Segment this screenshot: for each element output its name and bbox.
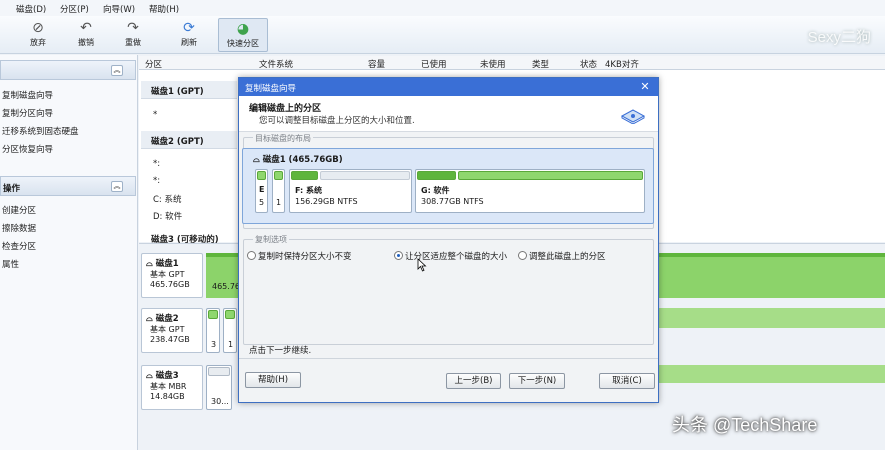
disk-edit-icon — [620, 109, 646, 124]
col-capacity[interactable]: 容量 — [368, 58, 385, 70]
col-4k-align[interactable]: 4KB对齐 — [605, 58, 639, 70]
col-used[interactable]: 已使用 — [421, 58, 447, 70]
target-layout-group-label: 目标磁盘的布局 — [253, 133, 313, 144]
table-row[interactable]: * — [153, 110, 157, 120]
op-wipe-data[interactable]: 擦除数据 — [2, 222, 36, 234]
menu-disk[interactable]: 磁盘(D) — [16, 3, 46, 15]
disk-icon: ⌓ — [253, 155, 263, 165]
disk1-name: ⌓ 磁盘1 — [146, 259, 179, 269]
disk3-type: 基本 MBR — [150, 382, 187, 391]
undo-button[interactable]: ↶ 撤销 — [64, 18, 108, 52]
op-create-partition[interactable]: 创建分区 — [2, 204, 36, 216]
wizard-copy-partition[interactable]: 复制分区向导 — [2, 107, 53, 119]
option-edit-partitions-radio[interactable]: 调整此磁盘上的分区 — [518, 250, 606, 262]
table-row[interactable]: *: — [153, 176, 160, 186]
disk2-size: 238.47GB — [150, 335, 190, 344]
discard-icon: ⊘ — [32, 20, 44, 36]
menu-partition[interactable]: 分区(P) — [60, 3, 89, 15]
disk2-partition-2[interactable]: 1 — [223, 308, 237, 353]
disk2-name: ⌓ 磁盘2 — [146, 314, 179, 324]
wizard-copy-disk[interactable]: 复制磁盘向导 — [2, 89, 53, 101]
refresh-icon: ⟳ — [183, 20, 195, 36]
partition-column-header: 分区 文件系统 容量 已使用 未使用 类型 状态 4KB对齐 — [139, 56, 885, 70]
target-partition-small-1[interactable]: E 5 — [255, 169, 268, 213]
radio-checked-icon — [394, 251, 403, 260]
radio-unchecked-icon — [247, 251, 256, 260]
disk1-size: 465.76GB — [150, 280, 190, 289]
quick-partition-button[interactable]: ◕ 快速分区 — [218, 18, 268, 52]
disk3-name: ⌓ 磁盘3 — [146, 371, 179, 381]
wizard-partition-recovery[interactable]: 分区恢复向导 — [2, 143, 53, 155]
redo-icon: ↷ — [127, 20, 139, 36]
wizard-migrate-ssd[interactable]: 迁移系统到固态硬盘 — [2, 125, 79, 137]
table-row[interactable]: *: — [153, 159, 160, 169]
collapse-icon[interactable]: ︽ — [111, 65, 123, 76]
op-properties[interactable]: 属性 — [2, 258, 19, 270]
discard-button[interactable]: ⊘ 放弃 — [16, 18, 60, 52]
collapse-icon[interactable]: ︽ — [111, 181, 123, 192]
redo-button[interactable]: ↷ 重做 — [111, 18, 155, 52]
table-row[interactable]: D: 软件 — [153, 210, 182, 222]
wizard-section-header[interactable]: ︽ — [0, 60, 136, 80]
menu-wizard[interactable]: 向导(W) — [103, 3, 135, 15]
disk2-type: 基本 GPT — [150, 325, 185, 334]
dialog-header: 编辑磁盘上的分区 您可以调整目标磁盘上分区的大小和位置. — [239, 96, 658, 132]
option-keep-size-radio[interactable]: 复制时保持分区大小不变 — [247, 250, 352, 262]
copy-disk-wizard-dialog: 复制磁盘向导 ✕ 编辑磁盘上的分区 您可以调整目标磁盘上分区的大小和位置. 目标… — [238, 77, 659, 403]
mouse-cursor-icon — [417, 258, 427, 272]
undo-icon: ↶ — [80, 20, 92, 36]
dialog-subheading: 您可以调整目标磁盘上分区的大小和位置. — [259, 116, 415, 126]
refresh-button[interactable]: ⟳ 刷新 — [167, 18, 211, 52]
disk3-size: 14.84GB — [150, 392, 185, 401]
dialog-heading: 编辑磁盘上的分区 — [249, 104, 322, 114]
disk3-partition-bar-right[interactable] — [659, 365, 885, 383]
dialog-hint: 点击下一步继续. — [249, 346, 312, 356]
toolbar: ⊘ 放弃 ↶ 撤销 ↷ 重做 ⟳ 刷新 ◕ 快速分区 Sexy二狗 — [0, 16, 885, 54]
disk2-partition-1[interactable]: 3 — [206, 308, 220, 353]
option-fit-disk-radio[interactable]: 让分区适应整个磁盘的大小 — [394, 250, 507, 262]
back-button[interactable]: 上一步(B) — [446, 373, 501, 389]
help-button[interactable]: 帮助(H) — [245, 372, 301, 388]
disk2-card[interactable]: ⌓ 磁盘2 基本 GPT 238.47GB — [141, 308, 203, 353]
table-row[interactable]: C: 系统 — [153, 193, 182, 205]
close-icon[interactable]: ✕ — [638, 80, 652, 94]
disk3-card[interactable]: ⌓ 磁盘3 基本 MBR 14.84GB — [141, 365, 203, 410]
next-button[interactable]: 下一步(N) — [509, 373, 565, 389]
table-disk2-row[interactable]: 磁盘2 (GPT) — [141, 131, 237, 149]
disk-icon: ⌓ — [146, 314, 156, 324]
pie-chart-icon: ◕ — [236, 21, 250, 37]
ops-header-label: 操作 — [3, 184, 21, 194]
menu-bar: 磁盘(D) 分区(P) 向导(W) 帮助(H) — [0, 0, 885, 16]
dialog-title-bar[interactable]: 复制磁盘向导 ✕ — [239, 78, 658, 96]
col-unused[interactable]: 未使用 — [480, 58, 506, 70]
watermark-top: Sexy二狗 — [807, 29, 871, 46]
disk1-type: 基本 GPT — [150, 270, 185, 279]
table-disk1-row[interactable]: 磁盘1 (GPT) — [141, 81, 237, 99]
target-disk-label: ⌓ 磁盘1 (465.76GB) — [253, 155, 343, 165]
disk3-partition-1[interactable]: 30... — [206, 365, 232, 410]
disk1-bar-label: 465.76 — [212, 282, 240, 291]
ops-section-header[interactable]: 操作 ︽ — [0, 176, 136, 196]
disk1-card[interactable]: ⌓ 磁盘1 基本 GPT 465.76GB — [141, 253, 203, 298]
col-type[interactable]: 类型 — [532, 58, 549, 70]
radio-unchecked-icon — [518, 251, 527, 260]
menu-help[interactable]: 帮助(H) — [149, 3, 179, 15]
disk2-partition-bar-right[interactable] — [659, 308, 885, 328]
watermark-bottom: 头条 @TechShare — [672, 415, 818, 435]
dialog-divider — [239, 358, 658, 359]
col-filesystem[interactable]: 文件系统 — [259, 58, 293, 70]
target-disk-layout[interactable]: ⌓ 磁盘1 (465.76GB) E 5 1 F: 系统 156.29GB NT… — [242, 148, 654, 224]
col-partition[interactable]: 分区 — [145, 58, 162, 70]
target-partition-f[interactable]: F: 系统 156.29GB NTFS — [289, 169, 412, 213]
disk-icon: ⌓ — [146, 371, 156, 381]
cancel-button[interactable]: 取消(C) — [599, 373, 655, 389]
copy-options-group-label: 复制选项 — [253, 234, 289, 245]
dialog-title: 复制磁盘向导 — [245, 84, 297, 94]
target-partition-small-2[interactable]: 1 — [272, 169, 285, 213]
target-partition-g[interactable]: G: 软件 308.77GB NTFS — [415, 169, 645, 213]
disk-icon: ⌓ — [146, 259, 156, 269]
left-panel: ︽ 复制磁盘向导 复制分区向导 迁移系统到固态硬盘 分区恢复向导 操作 ︽ 创建… — [0, 55, 138, 450]
op-check-partition[interactable]: 检查分区 — [2, 240, 36, 252]
col-status[interactable]: 状态 — [580, 58, 597, 70]
